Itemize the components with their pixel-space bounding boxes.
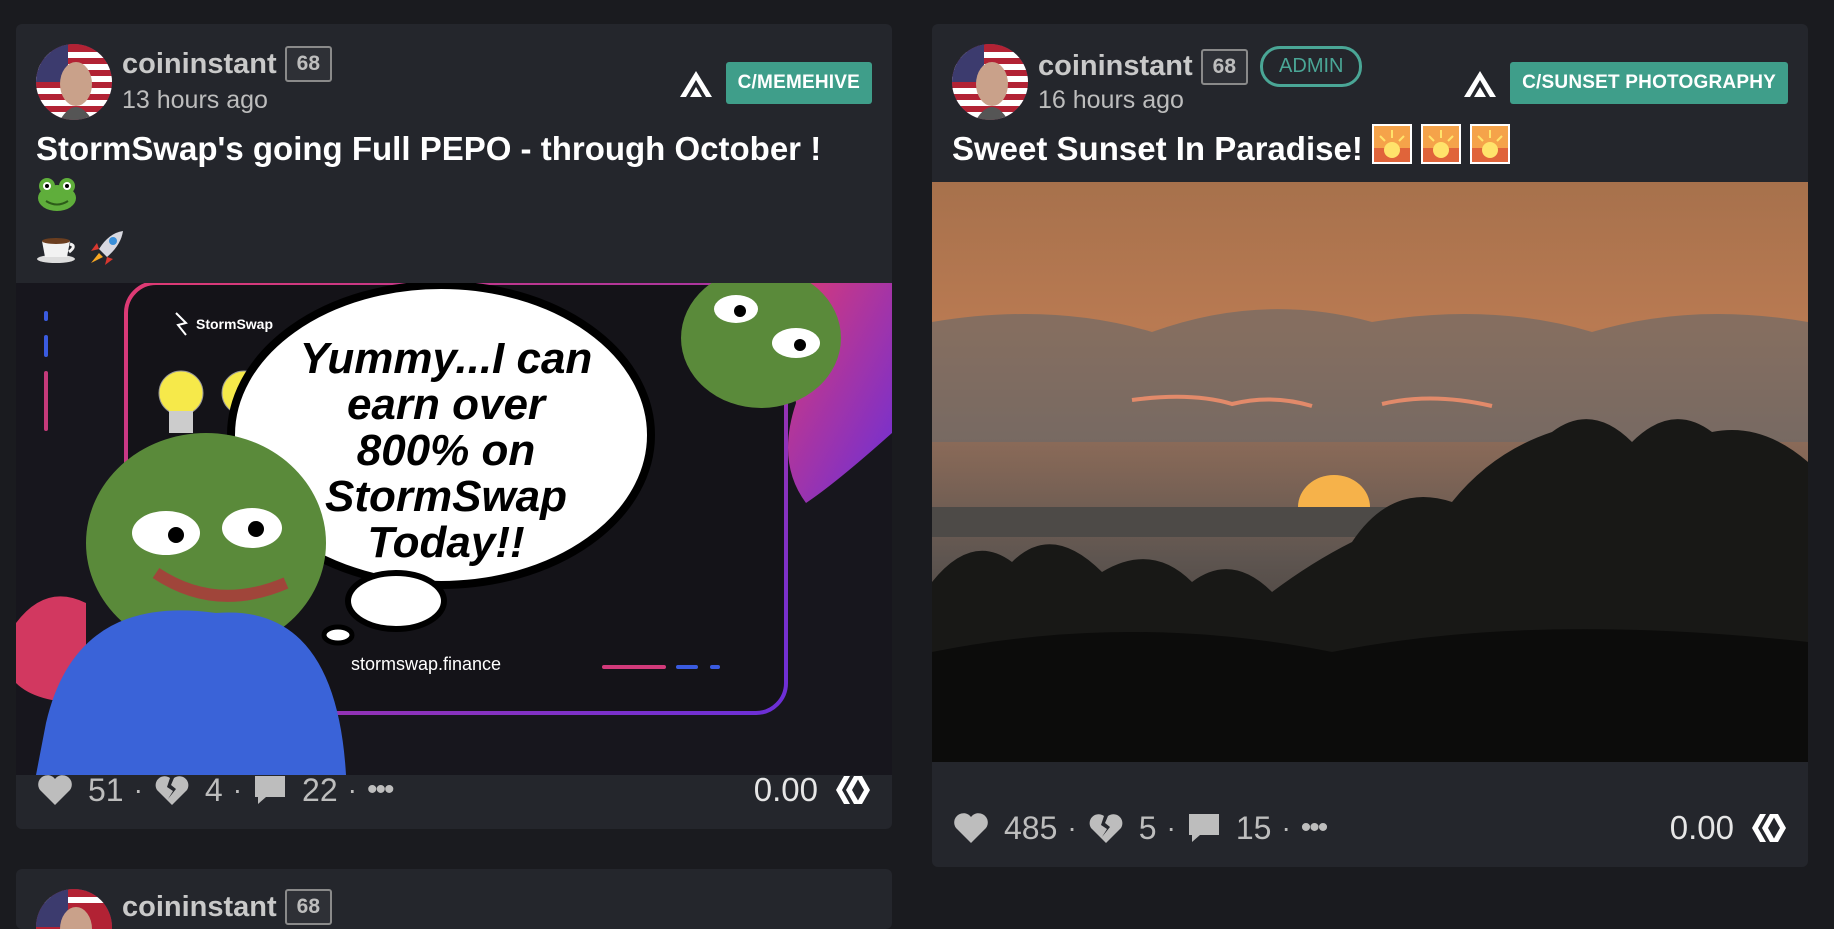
more-options-button[interactable]: ••• [367, 773, 394, 807]
coffee-emoji [36, 229, 78, 279]
community-icon[interactable] [1460, 67, 1500, 99]
upvote-button[interactable]: 485 [952, 810, 1057, 847]
downvote-button[interactable]: 4 [153, 772, 223, 809]
post-footer: 51 · 4 · 22 · ••• 0.00 [16, 751, 892, 829]
speech-line: StormSwap [325, 472, 567, 521]
more-options-button[interactable]: ••• [1301, 811, 1328, 845]
speech-line: earn over [347, 380, 548, 429]
downvote-button[interactable]: 5 [1087, 810, 1157, 847]
post-card[interactable]: coininstant 68 13 hours ago C/MEMEHIVE S… [16, 24, 892, 829]
post-card[interactable]: coininstant 68 ADMIN 16 hours ago C/SUNS… [932, 24, 1808, 867]
post-image[interactable]: StormSwap Yummy...I can earn over 800% o… [16, 282, 892, 775]
payout[interactable]: 0.00 [754, 771, 872, 809]
upvote-button[interactable]: 51 [36, 772, 124, 809]
admin-badge: ADMIN [1260, 46, 1363, 87]
hive-logo-icon [836, 776, 870, 804]
author-name[interactable]: coininstant [122, 891, 277, 924]
rocket-emoji [87, 229, 129, 279]
downvote-count: 4 [204, 771, 223, 808]
sunrise-emoji [1470, 124, 1511, 178]
post-header: coininstant 68 ADMIN 16 hours ago C/SUNS… [932, 24, 1808, 124]
comments-button[interactable]: 15 [1186, 809, 1272, 847]
site-label: stormswap.finance [351, 654, 501, 674]
hive-logo-icon [1752, 814, 1786, 842]
reputation-badge: 68 [284, 46, 333, 82]
post-time[interactable]: 16 hours ago [1038, 86, 1184, 115]
author-name[interactable]: coininstant [122, 48, 277, 81]
post-title-text: Sweet Sunset In Paradise! [952, 130, 1363, 167]
speech-line: Yummy...I can [300, 334, 593, 383]
post-title[interactable]: StormSwap's going Full PEPO - through Oc… [16, 124, 892, 279]
post-header: coininstant 68 13 hours ago C/MEMEHIVE [16, 24, 892, 124]
avatar[interactable] [36, 889, 112, 929]
community-icon[interactable] [676, 67, 716, 99]
sunrise-emoji [1421, 124, 1462, 178]
heart-icon [38, 775, 72, 805]
comment-count: 22 [302, 771, 338, 808]
avatar[interactable] [36, 44, 112, 120]
upvote-count: 51 [88, 771, 124, 808]
broken-heart-icon [1089, 814, 1123, 843]
downvote-count: 5 [1138, 809, 1157, 846]
sunrise-emoji [1371, 124, 1412, 178]
community-tag[interactable]: C/SUNSET PHOTOGRAPHY [1510, 62, 1788, 104]
comment-icon [1188, 814, 1219, 842]
post-title-text: StormSwap's going Full PEPO - through Oc… [36, 130, 822, 167]
post-footer: 485 · 5 · 15 · ••• 0.00 [932, 789, 1808, 867]
avatar[interactable] [952, 44, 1028, 120]
reputation-badge: 68 [1200, 48, 1249, 85]
post-time[interactable]: 13 hours ago [122, 86, 268, 115]
speech-line: Today!! [367, 518, 524, 567]
brand-label: StormSwap [196, 316, 273, 332]
post-card[interactable]: coininstant 68 [16, 869, 892, 929]
post-image[interactable] [932, 182, 1808, 763]
comment-count: 15 [1235, 809, 1272, 846]
broken-heart-icon [155, 776, 189, 805]
frog-emoji [36, 176, 78, 226]
reputation-badge: 68 [284, 889, 333, 925]
upvote-count: 485 [1004, 809, 1058, 846]
community-tag[interactable]: C/MEMEHIVE [725, 62, 872, 104]
comment-icon [255, 776, 286, 804]
comments-button[interactable]: 22 [252, 772, 338, 809]
speech-line: 800% on [357, 426, 536, 475]
author-name[interactable]: coininstant [1038, 50, 1193, 83]
payout[interactable]: 0.00 [1670, 809, 1788, 847]
payout-value: 0.00 [1669, 809, 1734, 846]
payout-value: 0.00 [753, 771, 818, 808]
post-title[interactable]: Sweet Sunset In Paradise! [932, 124, 1808, 178]
heart-icon [954, 813, 988, 843]
